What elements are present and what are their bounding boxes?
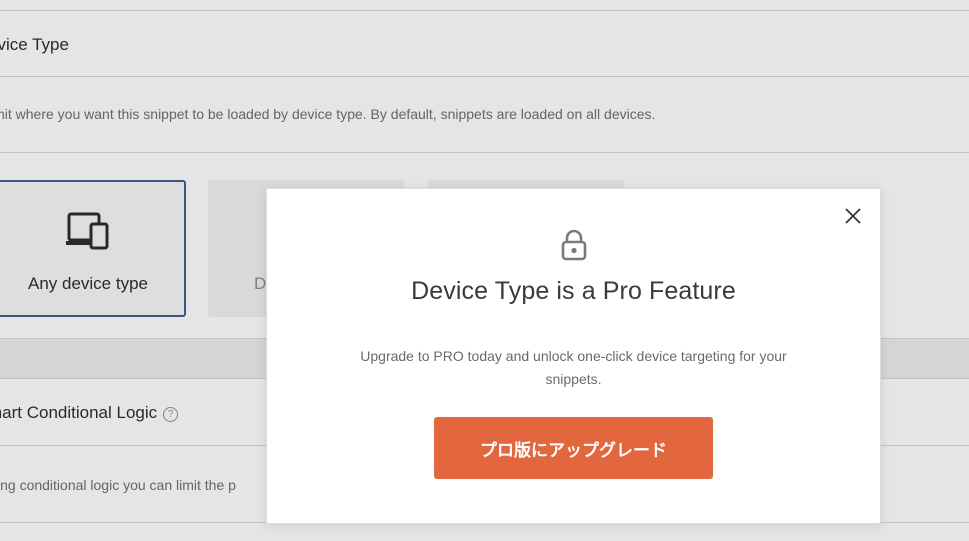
modal-title: Device Type is a Pro Feature bbox=[411, 277, 736, 305]
pro-feature-modal: Device Type is a Pro Feature Upgrade to … bbox=[266, 188, 881, 524]
upgrade-to-pro-button[interactable]: プロ版にアップグレード bbox=[434, 417, 713, 479]
close-icon[interactable] bbox=[843, 206, 863, 226]
lock-icon bbox=[561, 229, 587, 261]
modal-description: Upgrade to PRO today and unlock one-clic… bbox=[360, 348, 787, 387]
